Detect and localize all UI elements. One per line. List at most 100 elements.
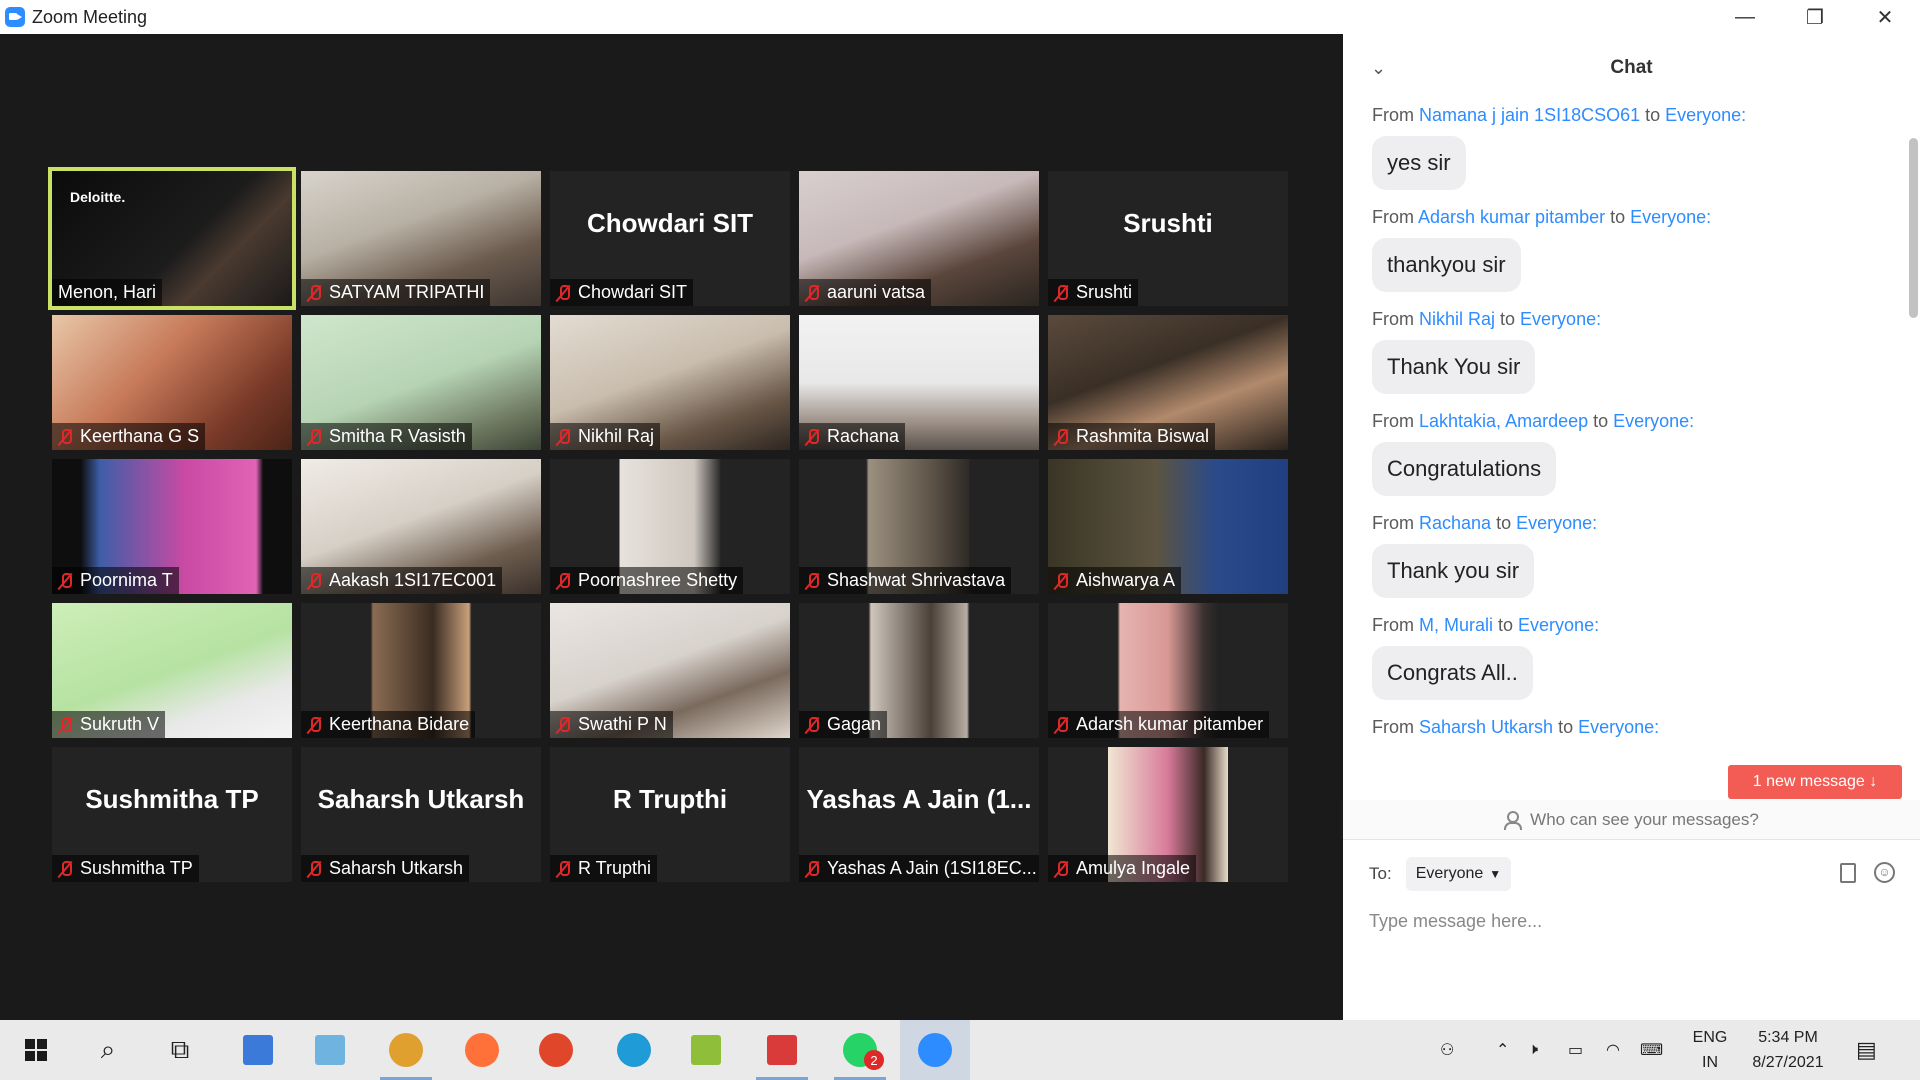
participant-tile[interactable]: Deloitte. Menon, Hari bbox=[48, 167, 296, 310]
privacy-link[interactable]: Who can see your messages? bbox=[1343, 800, 1920, 840]
taskbar-notepad-plus-button[interactable] bbox=[676, 1020, 736, 1080]
start-button[interactable] bbox=[6, 1020, 66, 1080]
mic-muted-icon bbox=[554, 283, 572, 303]
language-indicator[interactable]: ENG IN bbox=[1688, 1025, 1732, 1075]
participant-tile[interactable]: SATYAM TRIPATHI bbox=[301, 171, 541, 306]
taskbar-search-button[interactable]: ⌕ bbox=[78, 1020, 138, 1080]
chevron-down-icon[interactable]: ⌄ bbox=[1371, 58, 1386, 79]
chat-messages[interactable]: From Namana j jain 1SI18CSO61 to Everyon… bbox=[1343, 102, 1903, 800]
chat-scrollbar[interactable] bbox=[1909, 138, 1918, 318]
participant-tile[interactable]: Aishwarya A bbox=[1048, 459, 1288, 594]
file-icon[interactable] bbox=[1840, 863, 1856, 883]
recipient-link[interactable]: Everyone: bbox=[1518, 615, 1599, 635]
participant-name: SATYAM TRIPATHI bbox=[329, 282, 485, 302]
participant-tile[interactable]: R Trupthi R Trupthi bbox=[550, 747, 790, 882]
volume-icon[interactable]: 🕨 bbox=[1528, 1020, 1538, 1080]
taskbar-whatsapp-button[interactable]: 2 bbox=[830, 1020, 890, 1080]
recipient-link[interactable]: Everyone: bbox=[1520, 309, 1601, 329]
notification-icon[interactable]: ▤ bbox=[1856, 1020, 1877, 1080]
keyboard-icon[interactable]: ⌨ bbox=[1640, 1020, 1663, 1080]
chevron-up-icon[interactable]: ⌃ bbox=[1496, 1020, 1509, 1080]
participant-tile[interactable]: Poornashree Shetty bbox=[550, 459, 790, 594]
participant-tile[interactable]: Swathi P N bbox=[550, 603, 790, 738]
taskbar-chrome-button[interactable] bbox=[376, 1020, 436, 1080]
taskbar-firefox-button[interactable] bbox=[452, 1020, 512, 1080]
close-button[interactable]: ✕ bbox=[1850, 0, 1920, 34]
sender-link[interactable]: Adarsh kumar pitamber bbox=[1418, 207, 1605, 227]
participant-tile[interactable]: Smitha R Vasisth bbox=[301, 315, 541, 450]
chat-message: From M, Murali to Everyone: Congrats All.… bbox=[1343, 612, 1903, 700]
participant-name: Sushmitha TP bbox=[80, 858, 193, 878]
recipient-link[interactable]: Everyone: bbox=[1665, 105, 1746, 125]
sender-link[interactable]: M, Murali bbox=[1419, 615, 1493, 635]
recipient-dropdown[interactable]: Everyone ▼ bbox=[1405, 857, 1512, 891]
participant-tile[interactable]: Gagan bbox=[799, 603, 1039, 738]
message-from-label: From bbox=[1372, 615, 1419, 635]
mic-muted-icon bbox=[803, 283, 821, 303]
participant-tile[interactable]: Rashmita Biswal bbox=[1048, 315, 1288, 450]
recipient-link[interactable]: Everyone: bbox=[1578, 717, 1659, 737]
sender-link[interactable]: Lakhtakia, Amardeep bbox=[1419, 411, 1588, 431]
sender-link[interactable]: Nikhil Raj bbox=[1419, 309, 1495, 329]
participant-name: Gagan bbox=[827, 714, 882, 734]
participant-tile[interactable]: Srushti Srushti bbox=[1048, 171, 1288, 306]
minimize-button[interactable]: — bbox=[1710, 0, 1780, 34]
message-to-label: to bbox=[1495, 309, 1521, 329]
participant-tile[interactable]: Sukruth V bbox=[52, 603, 292, 738]
recipient-link[interactable]: Everyone: bbox=[1613, 411, 1694, 431]
participant-tile[interactable]: Sushmitha TP Sushmitha TP bbox=[52, 747, 292, 882]
window-title: Zoom Meeting bbox=[32, 6, 148, 27]
taskbar-notebook-button[interactable] bbox=[300, 1020, 360, 1080]
battery-icon[interactable]: ▭ bbox=[1568, 1020, 1583, 1080]
wifi-icon[interactable]: ◠ bbox=[1606, 1020, 1620, 1080]
taskbar-proxy-button[interactable] bbox=[526, 1020, 586, 1080]
participant-name: Nikhil Raj bbox=[578, 426, 655, 446]
participant-tile[interactable]: Nikhil Raj bbox=[550, 315, 790, 450]
chat-panel: ⌄ Chat From Namana j jain 1SI18CSO61 to … bbox=[1343, 34, 1920, 1020]
taskbar-store-button[interactable] bbox=[752, 1020, 812, 1080]
recipient-link[interactable]: Everyone: bbox=[1516, 513, 1597, 533]
participant-tile[interactable]: Keerthana Bidare bbox=[301, 603, 541, 738]
emoji-icon[interactable]: ☺ bbox=[1874, 862, 1895, 883]
people-icon[interactable]: ⚇ bbox=[1440, 1020, 1454, 1080]
mic-muted-icon bbox=[554, 427, 572, 447]
sender-link[interactable]: Rachana bbox=[1419, 513, 1491, 533]
participant-nameplate: Nikhil Raj bbox=[550, 423, 661, 450]
participant-nameplate: Saharsh Utkarsh bbox=[301, 855, 470, 882]
participant-name: Shashwat Shrivastava bbox=[827, 570, 1006, 590]
mic-muted-icon bbox=[56, 715, 74, 735]
participant-tile[interactable]: Chowdari SIT Chowdari SIT bbox=[550, 171, 790, 306]
taskbar-task-view-button[interactable]: ⧉ bbox=[150, 1020, 210, 1080]
participant-tile[interactable]: Yashas A Jain (1... Yashas A Jain (1SI18E… bbox=[799, 747, 1039, 882]
participant-tile[interactable]: Aakash 1SI17EC001 bbox=[301, 459, 541, 594]
sender-link[interactable]: Saharsh Utkarsh bbox=[1419, 717, 1553, 737]
participant-nameplate: Keerthana G S bbox=[52, 423, 206, 450]
message-header: From Rachana to Everyone: bbox=[1372, 510, 1903, 536]
participant-tile[interactable]: Shashwat Shrivastava bbox=[799, 459, 1039, 594]
message-input[interactable] bbox=[1369, 904, 1889, 938]
participant-tile[interactable]: Saharsh Utkarsh Saharsh Utkarsh bbox=[301, 747, 541, 882]
mic-muted-icon bbox=[803, 427, 821, 447]
participant-tile[interactable]: Poornima T bbox=[52, 459, 292, 594]
notification-badge: 2 bbox=[864, 1050, 884, 1070]
sender-link[interactable]: Namana j jain 1SI18CSO61 bbox=[1419, 105, 1640, 125]
participant-tile[interactable]: Adarsh kumar pitamber bbox=[1048, 603, 1288, 738]
system-clock[interactable]: 5:34 PM 8/27/2021 bbox=[1738, 1025, 1838, 1075]
participant-tile[interactable]: Rachana bbox=[799, 315, 1039, 450]
participant-tile[interactable]: Keerthana G S bbox=[52, 315, 292, 450]
message-from-label: From bbox=[1372, 411, 1419, 431]
participant-tile[interactable]: aaruni vatsa bbox=[799, 171, 1039, 306]
taskbar-zoom-button[interactable] bbox=[900, 1020, 970, 1080]
restore-button[interactable]: ❐ bbox=[1780, 0, 1850, 34]
message-to-label: to bbox=[1491, 513, 1517, 533]
participant-name: Aakash 1SI17EC001 bbox=[329, 570, 497, 590]
video-overlay-logo: Deloitte. bbox=[70, 189, 126, 205]
recipient-link[interactable]: Everyone: bbox=[1630, 207, 1711, 227]
taskbar-edge-button[interactable] bbox=[604, 1020, 664, 1080]
new-message-button[interactable]: 1 new message ↓ bbox=[1728, 765, 1902, 799]
message-header: From M, Murali to Everyone: bbox=[1372, 612, 1903, 638]
participant-nameplate: Amulya Ingale bbox=[1048, 855, 1197, 882]
participant-nameplate: Gagan bbox=[799, 711, 888, 738]
taskbar-computer-button[interactable] bbox=[228, 1020, 288, 1080]
participant-tile[interactable]: Amulya Ingale bbox=[1048, 747, 1288, 882]
